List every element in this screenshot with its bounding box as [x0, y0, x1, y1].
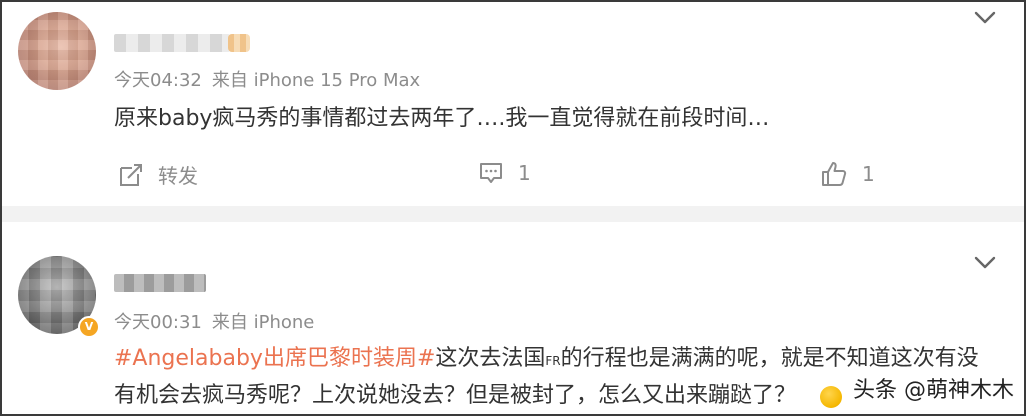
verified-icon: V: [78, 316, 100, 338]
user-badge-icon: [228, 34, 250, 52]
post-time: 今天04:32: [114, 70, 202, 91]
repost-label: 转发: [158, 164, 198, 188]
flag-fr: FR: [545, 354, 561, 368]
post-time: 今天00:31: [114, 312, 202, 333]
comment-card: 今天04:32 来自 iPhone 15 Pro Max 原来baby疯马秀的事情…: [0, 0, 1026, 206]
emoji-icon: [820, 386, 842, 408]
chevron-down-icon[interactable]: [974, 256, 996, 270]
post-text-fragment: 的行程也是满满的呢，就是不知道这次有没: [560, 346, 979, 371]
comment-button[interactable]: 1: [478, 160, 531, 186]
avatar[interactable]: [18, 12, 96, 90]
post-text-line: #Angelababy出席巴黎时装周#这次去法国FR的行程也是满满的呢，就是不知…: [114, 340, 979, 372]
comment-icon: [480, 163, 502, 183]
username-blurred[interactable]: [114, 34, 230, 52]
watermark: 头条 @萌神木木: [853, 378, 1014, 403]
comment-count: 1: [518, 161, 531, 185]
post-text-line: 有机会去疯马秀呢？上次说她没去？但是被封了，怎么又出来蹦跶了？: [114, 383, 797, 408]
like-button[interactable]: 1: [820, 160, 875, 188]
username-blurred[interactable]: [114, 274, 206, 292]
comment-card: V 今天00:31 来自 iPhone #Angelababy出席巴黎时装周#这次…: [0, 222, 1026, 416]
post-meta: 今天04:32 来自 iPhone 15 Pro Max: [114, 66, 420, 92]
post-source: 来自 iPhone 15 Pro Max: [211, 70, 421, 91]
section-divider: [2, 206, 1024, 222]
repost-icon: [120, 163, 142, 186]
post-source: 来自 iPhone: [211, 312, 315, 333]
topic-link[interactable]: #Angelababy出席巴黎时装周#: [114, 346, 435, 371]
post-text: 原来baby疯马秀的事情都过去两年了….我一直觉得就在前段时间…: [114, 106, 770, 131]
post-text-fragment: 这次去法国: [435, 346, 546, 371]
repost-button[interactable]: 转发: [118, 160, 198, 189]
like-count: 1: [862, 162, 875, 186]
chevron-down-icon[interactable]: [974, 11, 996, 25]
like-icon: [822, 162, 847, 186]
post-meta: 今天00:31 来自 iPhone: [114, 308, 314, 334]
